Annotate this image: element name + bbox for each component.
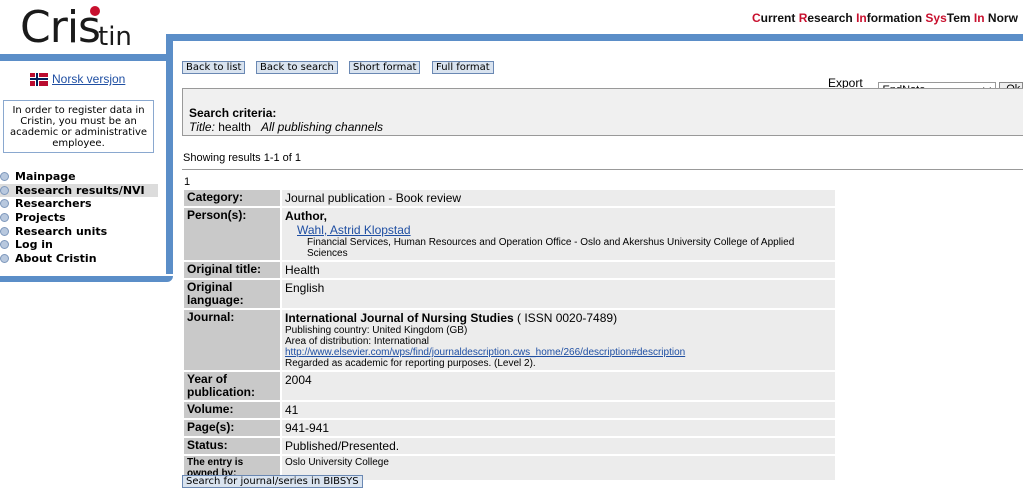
year-value: 2004 bbox=[282, 372, 835, 400]
short-format-button[interactable]: Short format bbox=[349, 61, 421, 74]
sidebar-item-label: Research units bbox=[15, 224, 108, 238]
author-affiliation: Financial Services, Human Resources and … bbox=[307, 237, 795, 259]
sidebar-item-label: Log in bbox=[15, 238, 53, 252]
academic-level-note: Regarded as academic for reporting purpo… bbox=[285, 358, 536, 369]
login-info-box: In order to register data in Cristin, yo… bbox=[3, 100, 154, 153]
tagline-segment: urrent bbox=[760, 11, 799, 25]
pages-label: Page(s): bbox=[184, 420, 280, 436]
sidebar-bottom-border bbox=[0, 276, 173, 282]
tagline-segment: Norw bbox=[984, 11, 1018, 25]
norsk-version-link[interactable]: Norsk versjon bbox=[52, 72, 125, 86]
criteria-title-value: health bbox=[218, 120, 251, 134]
sidebar-item-label: Researchers bbox=[15, 197, 92, 211]
record-row-language: Original language: English bbox=[184, 280, 835, 308]
volume-value: 41 bbox=[282, 402, 835, 418]
logo-cris-text: Cris bbox=[20, 2, 101, 53]
bullet-icon bbox=[0, 213, 9, 223]
pages-value: 941-941 bbox=[282, 420, 835, 436]
result-number: 1 bbox=[184, 176, 191, 188]
sidebar-item-about-cristin[interactable]: About Cristin bbox=[0, 252, 158, 266]
record-row-original-title: Original title: Health bbox=[184, 262, 835, 278]
original-title-value: Health bbox=[282, 262, 835, 278]
record-row-category: Category: Journal publication - Book rev… bbox=[184, 190, 835, 206]
sidebar-item-researchers[interactable]: Researchers bbox=[0, 197, 158, 211]
search-bibsys-button[interactable]: Search for journal/series in BIBSYS bbox=[182, 475, 363, 488]
results-count: Showing results 1-1 of 1 bbox=[183, 152, 302, 164]
sidebar-item-projects[interactable]: Projects bbox=[0, 211, 158, 225]
persons-label: Person(s): bbox=[184, 208, 280, 260]
bullet-icon bbox=[0, 253, 9, 263]
distribution-area: Area of distribution: International bbox=[285, 336, 429, 347]
record-row-year: Year of publication: 2004 bbox=[184, 372, 835, 400]
site-tagline: Current Research Information SysTem In N… bbox=[752, 11, 1018, 25]
sidebar-item-label: Projects bbox=[15, 211, 66, 225]
status-label: Status: bbox=[184, 438, 280, 454]
sidebar-item-research-units[interactable]: Research units bbox=[0, 224, 158, 238]
journal-url-link[interactable]: http://www.elsevier.com/wps/find/journal… bbox=[285, 347, 685, 358]
bullet-icon bbox=[0, 185, 9, 195]
full-format-button[interactable]: Full format bbox=[432, 61, 494, 74]
record-row-pages: Page(s): 941-941 bbox=[184, 420, 835, 436]
status-value: Published/Presented. bbox=[282, 438, 835, 454]
sidebar-item-research-results-nvi[interactable]: Research results/NVI bbox=[0, 183, 158, 198]
author-link[interactable]: Wahl, Astrid Klopstad bbox=[297, 223, 411, 237]
publishing-country: Publishing country: United Kingdom (GB) bbox=[285, 325, 468, 336]
language-value: English bbox=[282, 280, 835, 308]
year-label: Year of publication: bbox=[184, 372, 280, 400]
record-table: Category: Journal publication - Book rev… bbox=[182, 188, 837, 482]
norway-flag-icon bbox=[30, 72, 48, 86]
sidebar-item-log-in[interactable]: Log in bbox=[0, 238, 158, 252]
record-row-journal: Journal: International Journal of Nursin… bbox=[184, 310, 835, 370]
category-label: Category: bbox=[184, 190, 280, 206]
bullet-icon bbox=[0, 199, 9, 209]
tagline-segment: formation bbox=[866, 11, 926, 25]
tagline-segment: C bbox=[752, 11, 761, 25]
journal-issn: ( ISSN 0020-7489) bbox=[513, 311, 618, 325]
bullet-icon bbox=[0, 240, 9, 250]
tagline-segment: esearch bbox=[807, 11, 857, 25]
sidebar-item-label: Research results/NVI bbox=[15, 183, 145, 197]
frame-top-border bbox=[166, 34, 1023, 41]
back-to-list-button[interactable]: Back to list bbox=[182, 61, 246, 74]
logo-dot bbox=[90, 6, 100, 16]
sidebar-item-label: About Cristin bbox=[15, 251, 97, 265]
tagline-segment: In bbox=[856, 11, 867, 25]
language-label: Original language: bbox=[184, 280, 280, 308]
divider bbox=[182, 169, 1023, 170]
tagline-segment: em bbox=[953, 11, 974, 25]
search-criteria-header: Search criteria: bbox=[189, 106, 277, 120]
volume-label: Volume: bbox=[184, 402, 280, 418]
journal-label: Journal: bbox=[184, 310, 280, 370]
journal-value: International Journal of Nursing Studies… bbox=[282, 310, 835, 370]
bullet-icon bbox=[0, 226, 9, 236]
criteria-channels: All publishing channels bbox=[260, 120, 384, 134]
back-to-search-button[interactable]: Back to search bbox=[256, 61, 338, 74]
search-criteria-line: Title: health All publishing channels bbox=[189, 120, 1017, 134]
persons-value: Author, Wahl, Astrid Klopstad Financial … bbox=[282, 208, 835, 260]
sidebar-nav: Mainpage Research results/NVI Researchers P… bbox=[0, 170, 158, 265]
tagline-segment: Sys bbox=[925, 11, 947, 25]
record-row-persons: Person(s): Author, Wahl, Astrid Klopstad… bbox=[184, 208, 835, 260]
owner-value: Oslo University College bbox=[282, 456, 835, 480]
original-title-label: Original title: bbox=[184, 262, 280, 278]
language-switch[interactable]: Norsk versjon bbox=[30, 72, 125, 86]
bullet-icon bbox=[0, 172, 9, 182]
sidebar-item-label: Mainpage bbox=[15, 170, 76, 184]
sidebar-item-mainpage[interactable]: Mainpage bbox=[0, 170, 158, 184]
record-row-volume: Volume: 41 bbox=[184, 402, 835, 418]
tagline-segment: In bbox=[973, 11, 985, 25]
criteria-title-label: Title: bbox=[189, 120, 215, 134]
sidebar-top-border bbox=[0, 54, 173, 61]
logo-tin-text: tin bbox=[98, 22, 132, 52]
journal-name: International Journal of Nursing Studies bbox=[285, 311, 514, 325]
category-value: Journal publication - Book review bbox=[282, 190, 835, 206]
author-role: Author, bbox=[285, 209, 327, 223]
frame-left-border bbox=[166, 34, 173, 274]
search-criteria-box: Search criteria: Title: health All publi… bbox=[182, 88, 1023, 136]
record-row-status: Status: Published/Presented. bbox=[184, 438, 835, 454]
